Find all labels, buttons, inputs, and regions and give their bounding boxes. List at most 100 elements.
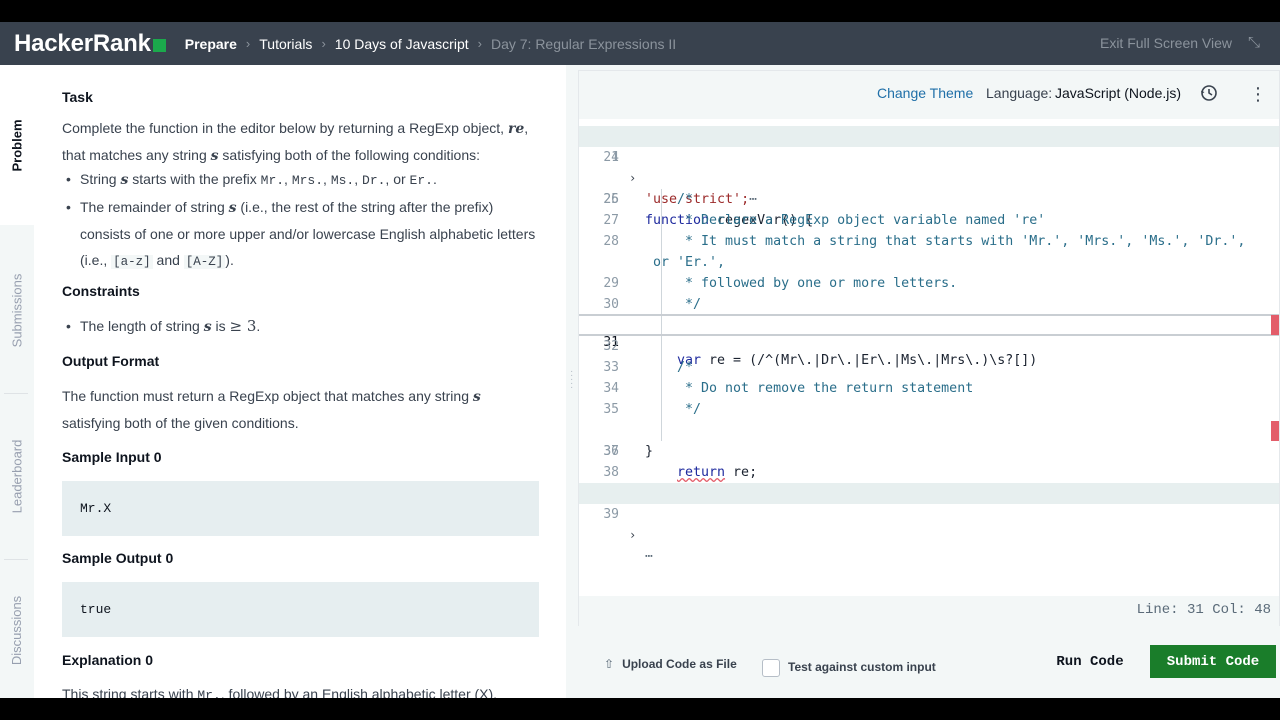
breadcrumb-prepare[interactable]: Prepare bbox=[185, 36, 237, 52]
inline-code: Mr. bbox=[197, 688, 221, 698]
tab-divider bbox=[4, 559, 28, 560]
current-code-line[interactable]: 31 var re = (/^(Mr\.|Dr\.|Er\.|Ms\.|Mrs\… bbox=[579, 314, 1279, 368]
text: , bbox=[284, 171, 292, 187]
list-item: String s starts with the prefix Mr., Mrs… bbox=[62, 166, 540, 194]
code-line[interactable]: or 'Er.', bbox=[579, 252, 1279, 273]
text: . bbox=[256, 318, 261, 334]
comment-text: /* bbox=[677, 192, 694, 207]
prefix-code: Er. bbox=[409, 173, 433, 188]
text: , followed by an English alphabetic lett… bbox=[220, 686, 498, 698]
code-line[interactable]: 34 * Do not remove the return statement bbox=[579, 378, 1279, 399]
tab-problem-label: Problem bbox=[9, 118, 25, 172]
tab-submissions-label: Submissions bbox=[9, 273, 25, 347]
explanation-paragraph: This string starts with Mr., followed by… bbox=[62, 681, 540, 698]
upload-label: Upload Code as File bbox=[622, 657, 737, 671]
prefix-code: Dr. bbox=[362, 173, 386, 188]
upload-code-button[interactable]: ⇧ Upload Code as File bbox=[604, 657, 737, 671]
code-line[interactable]: 33 /* bbox=[579, 357, 1279, 378]
cursor-position: Line: 31 Col: 48 bbox=[1136, 602, 1271, 618]
comment-text: * It must match a string that starts wit… bbox=[677, 234, 1246, 249]
comment-text-wrapped: or 'Er.', bbox=[645, 255, 726, 270]
submit-code-button[interactable]: Submit Code bbox=[1150, 645, 1276, 678]
sample-input-heading: Sample Input 0 bbox=[62, 449, 162, 465]
chevron-right-icon: › bbox=[321, 36, 326, 51]
math-var: s bbox=[472, 389, 481, 405]
letterbox-top bbox=[0, 0, 1280, 22]
text: String bbox=[80, 171, 121, 187]
hackerrank-logo[interactable]: HackerRank bbox=[14, 30, 166, 58]
code-token: } bbox=[645, 444, 654, 459]
code-line[interactable]: 28 * It must match a string that starts … bbox=[579, 231, 1279, 252]
exit-fullscreen-icon[interactable]: ⤡ bbox=[1248, 34, 1260, 51]
chevron-right-icon: › bbox=[477, 36, 482, 51]
text: . bbox=[432, 171, 437, 187]
sample-output-heading: Sample Output 0 bbox=[62, 550, 174, 566]
code-line[interactable]: 36 return re; bbox=[579, 420, 1279, 480]
code-line[interactable]: 26 /* bbox=[579, 189, 1279, 210]
inline-code: [a-z] bbox=[111, 255, 153, 269]
code-line[interactable]: 35 */ bbox=[579, 399, 1279, 420]
prefix-code: Mrs. bbox=[291, 173, 324, 188]
code-line[interactable]: 30 */ bbox=[579, 294, 1279, 315]
code-line[interactable]: 27 * Declare a RegExp object variable na… bbox=[579, 210, 1279, 231]
breadcrumb-10-days-javascript[interactable]: 10 Days of Javascript bbox=[335, 36, 469, 52]
text: and bbox=[152, 252, 184, 268]
breadcrumb-tutorials[interactable]: Tutorials bbox=[259, 36, 312, 52]
text: The remainder of string bbox=[80, 199, 229, 215]
tab-leaderboard-label: Leaderboard bbox=[9, 439, 25, 513]
folded-ellipsis-icon[interactable]: ⋯ bbox=[645, 546, 653, 567]
line-number: 39 bbox=[603, 507, 619, 522]
line-number: 26 bbox=[603, 192, 619, 207]
code-area[interactable]: 1 › 'use strict';⋯ 24 25 function regexV… bbox=[579, 126, 1279, 596]
history-icon[interactable] bbox=[1199, 83, 1219, 103]
conditions-list: String s starts with the prefix Mr., Mrs… bbox=[62, 166, 540, 275]
comment-text: */ bbox=[677, 297, 702, 312]
sample-input-box: Mr.X bbox=[62, 481, 539, 536]
explanation-heading: Explanation 0 bbox=[62, 652, 154, 668]
custom-input-checkbox[interactable] bbox=[762, 659, 780, 677]
editor-toolbar: Change Theme Language: JavaScript (Node.… bbox=[579, 71, 1279, 119]
math-var: s bbox=[203, 319, 212, 335]
run-code-button[interactable]: Run Code bbox=[1040, 645, 1140, 678]
tab-problem[interactable]: Problem bbox=[0, 65, 34, 225]
editor-status-bar: Line: 31 Col: 48 bbox=[579, 596, 1279, 626]
task-heading: Task bbox=[62, 89, 93, 105]
line-number: 37 bbox=[603, 444, 619, 459]
text: , or bbox=[385, 171, 410, 187]
code-line[interactable]: 25 function regexVar() { bbox=[579, 168, 1279, 228]
line-number: 34 bbox=[603, 381, 619, 396]
code-line[interactable]: 24 bbox=[579, 147, 1279, 168]
tab-discussions[interactable]: Discussions bbox=[0, 565, 34, 695]
text: is bbox=[211, 318, 230, 334]
breadcrumb-current-challenge: Day 7: Regular Expressions II bbox=[490, 35, 677, 52]
math-var: s bbox=[228, 200, 237, 216]
drag-handle-icon[interactable]: · · · · · bbox=[570, 367, 573, 393]
code-line[interactable]: 38 bbox=[579, 462, 1279, 483]
tab-leaderboard[interactable]: Leaderboard bbox=[0, 401, 34, 551]
code-line[interactable]: 1 › 'use strict';⋯ bbox=[579, 126, 1279, 207]
fold-arrow-icon[interactable]: › bbox=[629, 525, 636, 546]
custom-input-label[interactable]: Test against custom input bbox=[788, 660, 936, 674]
change-theme-link[interactable]: Change Theme bbox=[877, 85, 973, 101]
line-number: 24 bbox=[603, 150, 619, 165]
line-number: 29 bbox=[603, 276, 619, 291]
language-select[interactable]: JavaScript (Node.js) bbox=[1055, 85, 1181, 101]
top-navbar: HackerRank Prepare › Tutorials › 10 Days… bbox=[0, 22, 1280, 65]
panel-splitter[interactable]: · · · · · bbox=[566, 65, 578, 698]
tab-submissions[interactable]: Submissions bbox=[0, 235, 34, 385]
comment-text: /* bbox=[677, 360, 694, 375]
more-options-icon[interactable]: ⋮ bbox=[1249, 85, 1267, 103]
text: satisfying both of the following conditi… bbox=[218, 147, 481, 163]
exit-fullscreen-link[interactable]: Exit Full Screen View bbox=[1100, 35, 1232, 51]
error-marker bbox=[1271, 421, 1279, 441]
code-line[interactable]: 37} bbox=[579, 441, 1279, 462]
code-line[interactable]: 32 bbox=[579, 336, 1279, 357]
text: that matches any string bbox=[62, 147, 211, 163]
breadcrumb: Prepare › Tutorials › 10 Days of Javascr… bbox=[185, 36, 676, 52]
comment-text: * followed by one or more letters. bbox=[677, 276, 958, 291]
prefix-code: Mr. bbox=[260, 173, 285, 188]
math-expression: ≥ 3 bbox=[229, 317, 257, 335]
code-line[interactable]: 39 › ⋯ bbox=[579, 483, 1279, 564]
code-line[interactable]: 29 * followed by one or more letters. bbox=[579, 273, 1279, 294]
list-item: The length of string s is ≥ 3. bbox=[62, 313, 540, 340]
